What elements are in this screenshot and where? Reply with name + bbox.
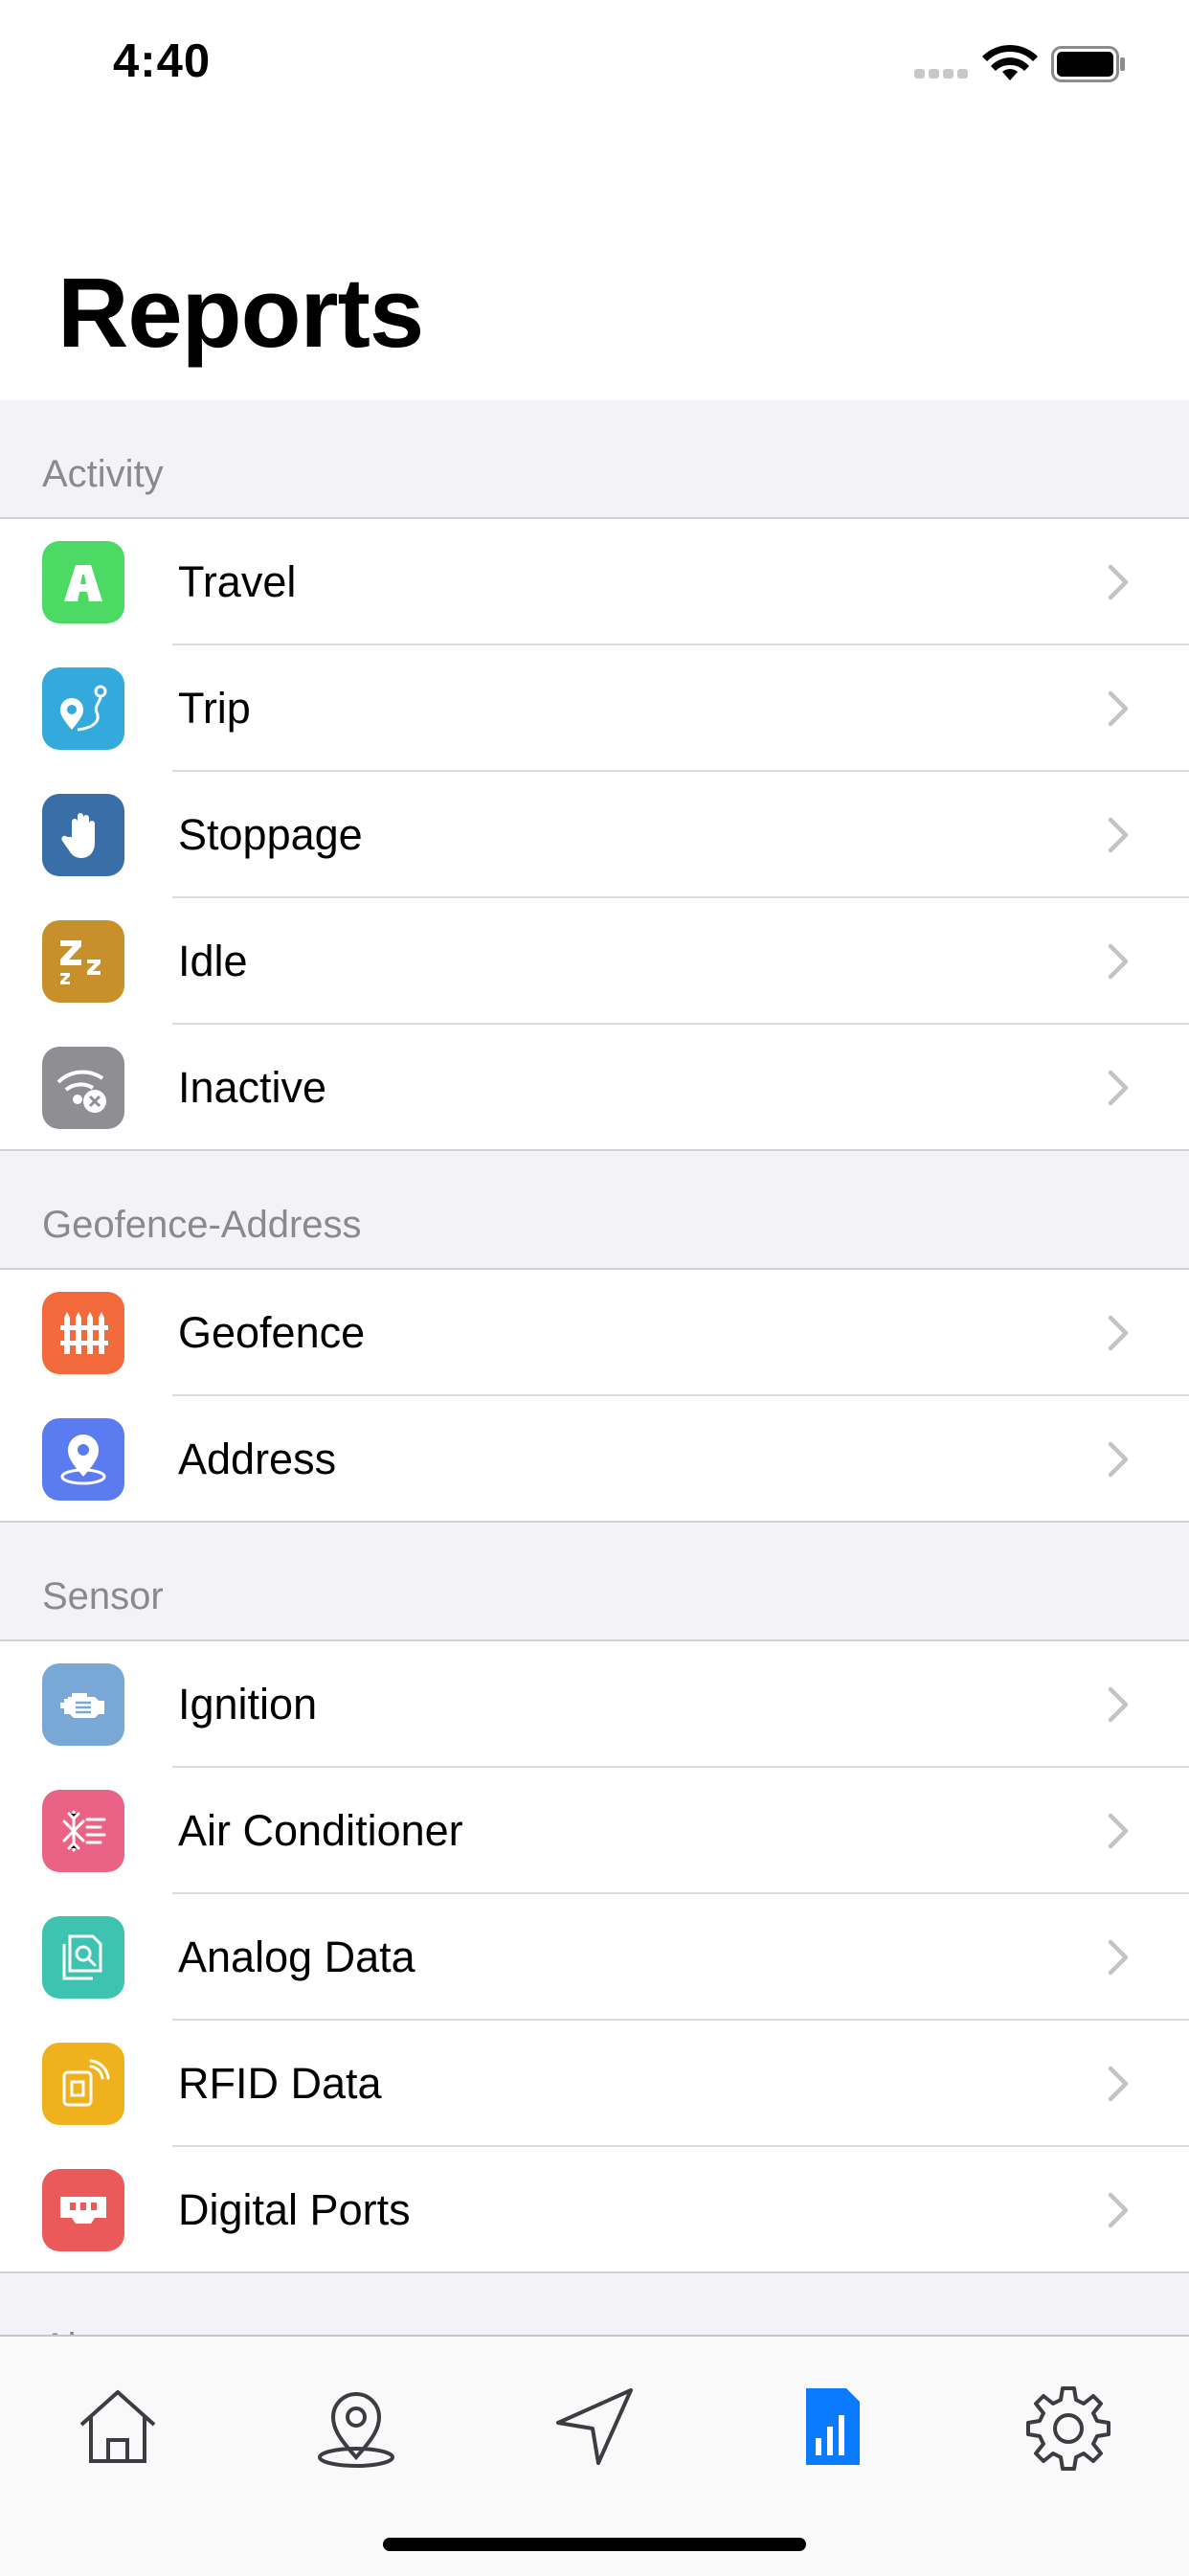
- map-pin-icon: [318, 2392, 394, 2468]
- reports-list[interactable]: Activity Travel Trip Stoppage Idle Inact…: [0, 400, 1189, 2335]
- report-row-ignition[interactable]: Ignition: [0, 1641, 1189, 1768]
- chevron-right-icon: [1108, 1686, 1129, 1723]
- report-row-address[interactable]: Address: [0, 1396, 1189, 1523]
- status-time: 4:40: [113, 35, 212, 87]
- report-row-air-conditioner[interactable]: Air Conditioner: [0, 1768, 1189, 1894]
- sleep-zzz-icon: [42, 920, 124, 1003]
- section-label: Activity: [42, 453, 164, 495]
- section-header-activity: Activity: [0, 400, 1189, 517]
- home-indicator: [383, 2538, 806, 2551]
- chevron-right-icon: [1108, 817, 1129, 853]
- report-row-label: Ignition: [178, 1680, 318, 1729]
- analog-document-icon: [42, 1916, 124, 1999]
- report-row-inactive[interactable]: Inactive: [0, 1025, 1189, 1151]
- chevron-right-icon: [1108, 1441, 1129, 1478]
- section-activity: Travel Trip Stoppage Idle Inactive: [0, 517, 1189, 1151]
- report-row-idle[interactable]: Idle: [0, 898, 1189, 1025]
- engine-icon: [42, 1663, 124, 1746]
- chevron-right-icon: [1108, 1813, 1129, 1849]
- chevron-right-icon: [1108, 1070, 1129, 1106]
- report-row-label: Air Conditioner: [178, 1806, 463, 1855]
- gear-icon: [1026, 2386, 1110, 2471]
- chevron-right-icon: [1108, 2066, 1129, 2102]
- report-row-stoppage[interactable]: Stoppage: [0, 772, 1189, 898]
- report-row-label: Address: [178, 1435, 337, 1483]
- section-sensor: Ignition Air Conditioner Analog Data RFI…: [0, 1639, 1189, 2273]
- tab-home[interactable]: [70, 2379, 166, 2474]
- report-row-travel[interactable]: Travel: [0, 519, 1189, 645]
- tab-navigate[interactable]: [547, 2379, 642, 2474]
- report-row-trip[interactable]: Trip: [0, 645, 1189, 772]
- cellular-signal-icon: [914, 69, 970, 79]
- report-row-label: Travel: [178, 557, 297, 606]
- report-row-rfid-data[interactable]: RFID Data: [0, 2021, 1189, 2147]
- reports-icon: [806, 2388, 860, 2465]
- rfid-card-icon: [42, 2043, 124, 2125]
- report-row-label: Idle: [178, 937, 248, 985]
- report-row-geofence[interactable]: Geofence: [0, 1270, 1189, 1396]
- chevron-right-icon: [1108, 690, 1129, 727]
- tab-reports[interactable]: [783, 2379, 879, 2474]
- fence-icon: [42, 1292, 124, 1374]
- home-icon: [79, 2390, 156, 2463]
- report-row-digital-ports[interactable]: Digital Ports: [0, 2147, 1189, 2273]
- section-geofence-address: Geofence Address: [0, 1268, 1189, 1523]
- chevron-right-icon: [1108, 1939, 1129, 1976]
- section-header-sensor: Sensor: [0, 1523, 1189, 1639]
- wifi-icon: [982, 44, 1038, 80]
- report-row-label: Analog Data: [178, 1932, 415, 1981]
- chevron-right-icon: [1108, 1315, 1129, 1351]
- snowflake-icon: [42, 1790, 124, 1872]
- battery-icon: [1051, 46, 1125, 82]
- report-row-label: RFID Data: [178, 2059, 382, 2108]
- chevron-right-icon: [1108, 2192, 1129, 2228]
- report-row-label: Trip: [178, 684, 251, 733]
- report-row-analog-data[interactable]: Analog Data: [0, 1894, 1189, 2021]
- signal-off-icon: [42, 1047, 124, 1129]
- hand-stop-icon: [42, 794, 124, 876]
- report-row-label: Digital Ports: [178, 2185, 411, 2234]
- route-pin-icon: [42, 667, 124, 750]
- report-row-label: Inactive: [178, 1063, 327, 1112]
- page-title: Reports: [57, 258, 424, 368]
- section-header-geofence-address: Geofence-Address: [0, 1151, 1189, 1268]
- section-label: Geofence-Address: [42, 1204, 362, 1246]
- navigation-arrow-icon: [556, 2388, 633, 2465]
- section-label: Alert: [42, 2326, 121, 2335]
- tab-settings[interactable]: [1021, 2379, 1116, 2474]
- report-row-label: Stoppage: [178, 810, 363, 859]
- section-label: Sensor: [42, 1575, 164, 1617]
- chevron-right-icon: [1108, 943, 1129, 980]
- port-connector-icon: [42, 2169, 124, 2251]
- report-row-label: Geofence: [178, 1308, 366, 1357]
- chevron-right-icon: [1108, 564, 1129, 600]
- road-icon: [42, 541, 124, 623]
- status-bar: 4:40: [0, 0, 1189, 126]
- tab-map[interactable]: [308, 2379, 404, 2474]
- section-header-alert: Alert: [0, 2273, 1189, 2335]
- location-pin-icon: [42, 1418, 124, 1501]
